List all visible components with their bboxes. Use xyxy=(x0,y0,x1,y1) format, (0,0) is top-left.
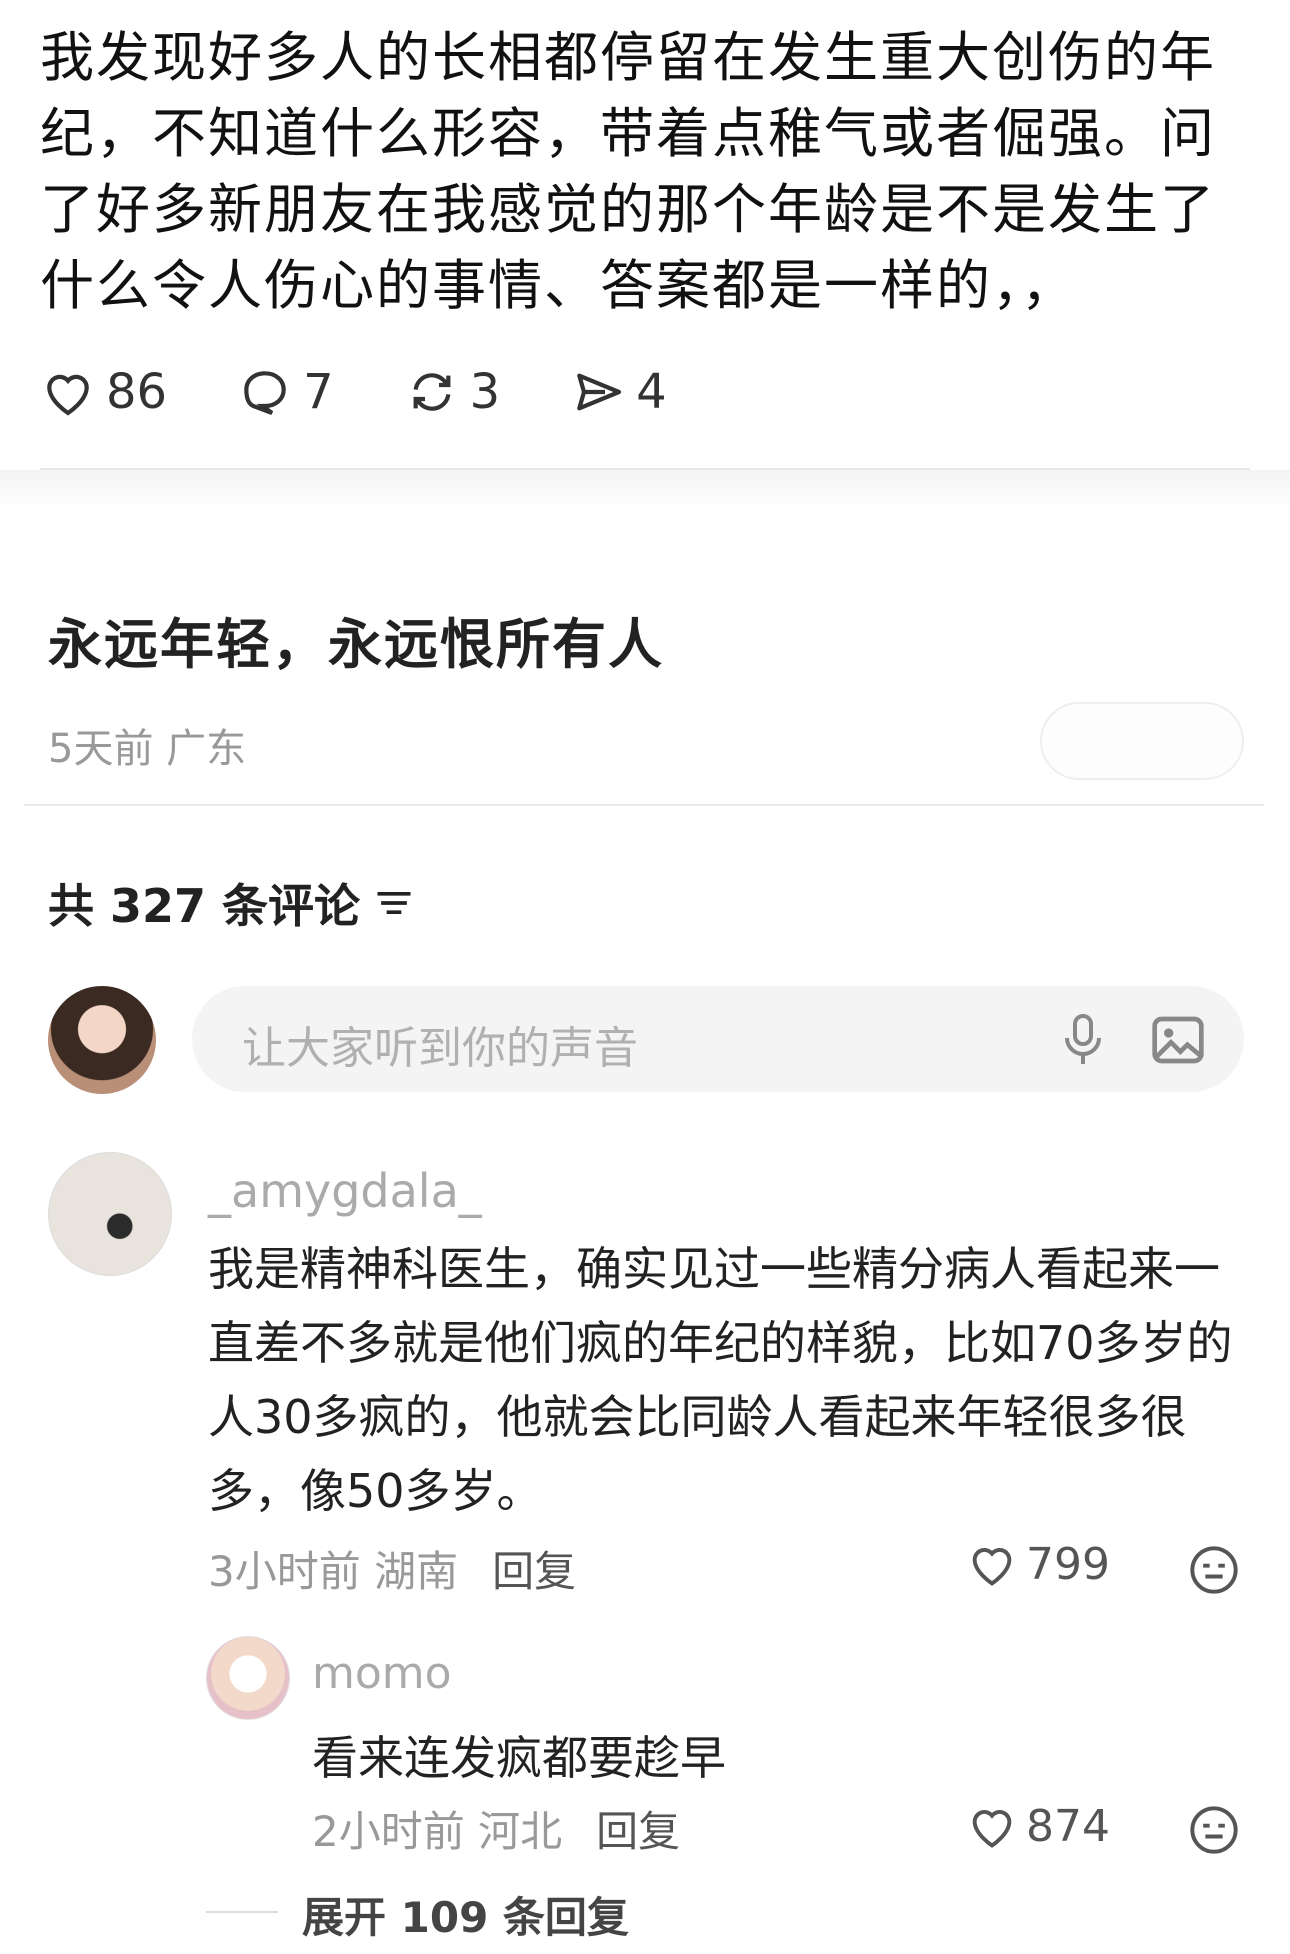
heart-icon xyxy=(47,374,89,416)
blurred-pill xyxy=(1040,702,1244,780)
emoji-reaction-icon[interactable] xyxy=(1188,1544,1240,1596)
image-icon[interactable] xyxy=(1150,1012,1206,1068)
comment-count-header[interactable]: 共 327 条评论 xyxy=(48,870,416,936)
share-button[interactable]: 4 xyxy=(570,364,667,420)
reply-username[interactable]: momo xyxy=(312,1648,452,1699)
repost-button[interactable]: 3 xyxy=(404,364,501,420)
share-icon xyxy=(577,373,622,411)
heart-icon xyxy=(972,1548,1012,1586)
reply-text: 看来连发疯都要趁早 xyxy=(312,1731,726,1785)
reply-button[interactable]: 回复 xyxy=(492,1538,576,1599)
microphone-icon[interactable] xyxy=(1058,1012,1108,1068)
avatar[interactable] xyxy=(206,1636,290,1720)
repost-icon xyxy=(413,373,451,411)
reply-time-location: 2小时前 河北 xyxy=(312,1807,563,1856)
comment-like-count: 799 xyxy=(1026,1538,1110,1590)
avatar[interactable] xyxy=(48,1152,172,1276)
comment-button[interactable]: 7 xyxy=(237,364,334,420)
comment-icon xyxy=(244,371,286,415)
post-title: 永远年轻，永远恨所有人 xyxy=(48,613,664,676)
expand-replies-button[interactable]: 展开 109 条回复 xyxy=(302,1884,629,1945)
reply-like-button[interactable]: 874 xyxy=(966,1800,1110,1852)
comment-like-button[interactable]: 799 xyxy=(966,1538,1110,1590)
post-body-text: 我发现好多人的长相都停留在发生重大创伤的年纪，不知道什么形容，带着点稚气或者倔强… xyxy=(40,26,1216,317)
like-count: 86 xyxy=(106,364,168,420)
share-count: 4 xyxy=(636,364,667,420)
emoji-reaction-icon[interactable] xyxy=(1188,1804,1240,1856)
reply-meta: 2小时前 河北 回复 xyxy=(312,1798,680,1859)
expand-line xyxy=(206,1911,278,1913)
sort-icon xyxy=(377,892,411,914)
comment-time-location: 3小时前 湖南 xyxy=(208,1547,459,1596)
comment-total-label: 共 327 条评论 xyxy=(48,879,361,933)
divider xyxy=(24,804,1264,806)
heart-icon xyxy=(972,1810,1012,1848)
comment-input-placeholder: 让大家听到你的声音 xyxy=(242,1023,638,1074)
post-meta: 5天前 广东 xyxy=(48,726,247,772)
comment-count: 7 xyxy=(303,364,334,420)
comment-text: 我是精神科医生，确实见过一些精分病人看起来一直差不多就是他们疯的年纪的样貌，比如… xyxy=(208,1242,1233,1518)
post-action-bar: 86 7 3 4 xyxy=(40,362,737,422)
reply-like-count: 874 xyxy=(1026,1800,1110,1852)
current-user-avatar[interactable] xyxy=(48,986,156,1094)
reply-button[interactable]: 回复 xyxy=(596,1798,680,1859)
like-button[interactable]: 86 xyxy=(40,364,167,420)
section-separator xyxy=(0,470,1290,510)
comment-meta: 3小时前 湖南 回复 xyxy=(208,1538,576,1599)
comment-username[interactable]: _amygdala_ xyxy=(208,1164,482,1218)
repost-count: 3 xyxy=(469,364,501,420)
